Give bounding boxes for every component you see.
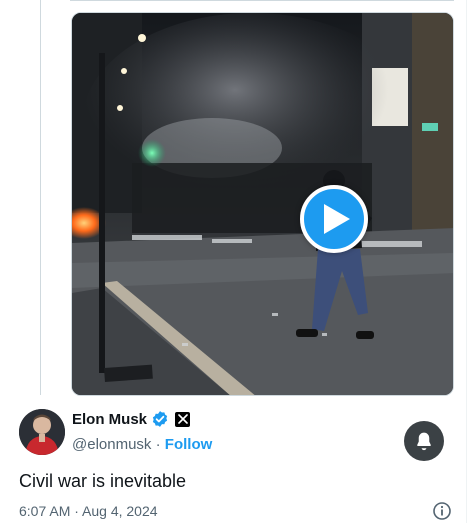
tweet-view: Elon Musk @elonmusk · Follow Civil war i… (0, 0, 469, 523)
x-logo-icon[interactable] (175, 411, 191, 427)
handle-row: @elonmusk · Follow (72, 436, 212, 453)
verified-badge-icon[interactable] (151, 410, 169, 428)
author-handle[interactable]: @elonmusk (72, 436, 151, 453)
play-button[interactable] (300, 185, 368, 253)
avatar-image (19, 409, 65, 455)
notification-button[interactable] (404, 421, 444, 461)
author-name[interactable]: Elon Musk (72, 411, 147, 428)
thread-line (40, 0, 41, 395)
avatar[interactable] (19, 409, 65, 455)
timestamp[interactable]: 6:07 AM · Aug 4, 2024 (19, 503, 158, 519)
video-frame (72, 13, 453, 395)
bell-icon (417, 432, 431, 451)
info-icon[interactable] (432, 501, 452, 521)
follow-button[interactable]: Follow (165, 436, 213, 453)
tweet-text: Civil war is inevitable (19, 471, 187, 491)
play-icon (324, 204, 350, 234)
separator: · (151, 436, 165, 453)
divider (70, 0, 454, 1)
column-border (466, 0, 467, 523)
video-player[interactable] (71, 12, 454, 396)
author-name-row: Elon Musk (72, 410, 191, 428)
